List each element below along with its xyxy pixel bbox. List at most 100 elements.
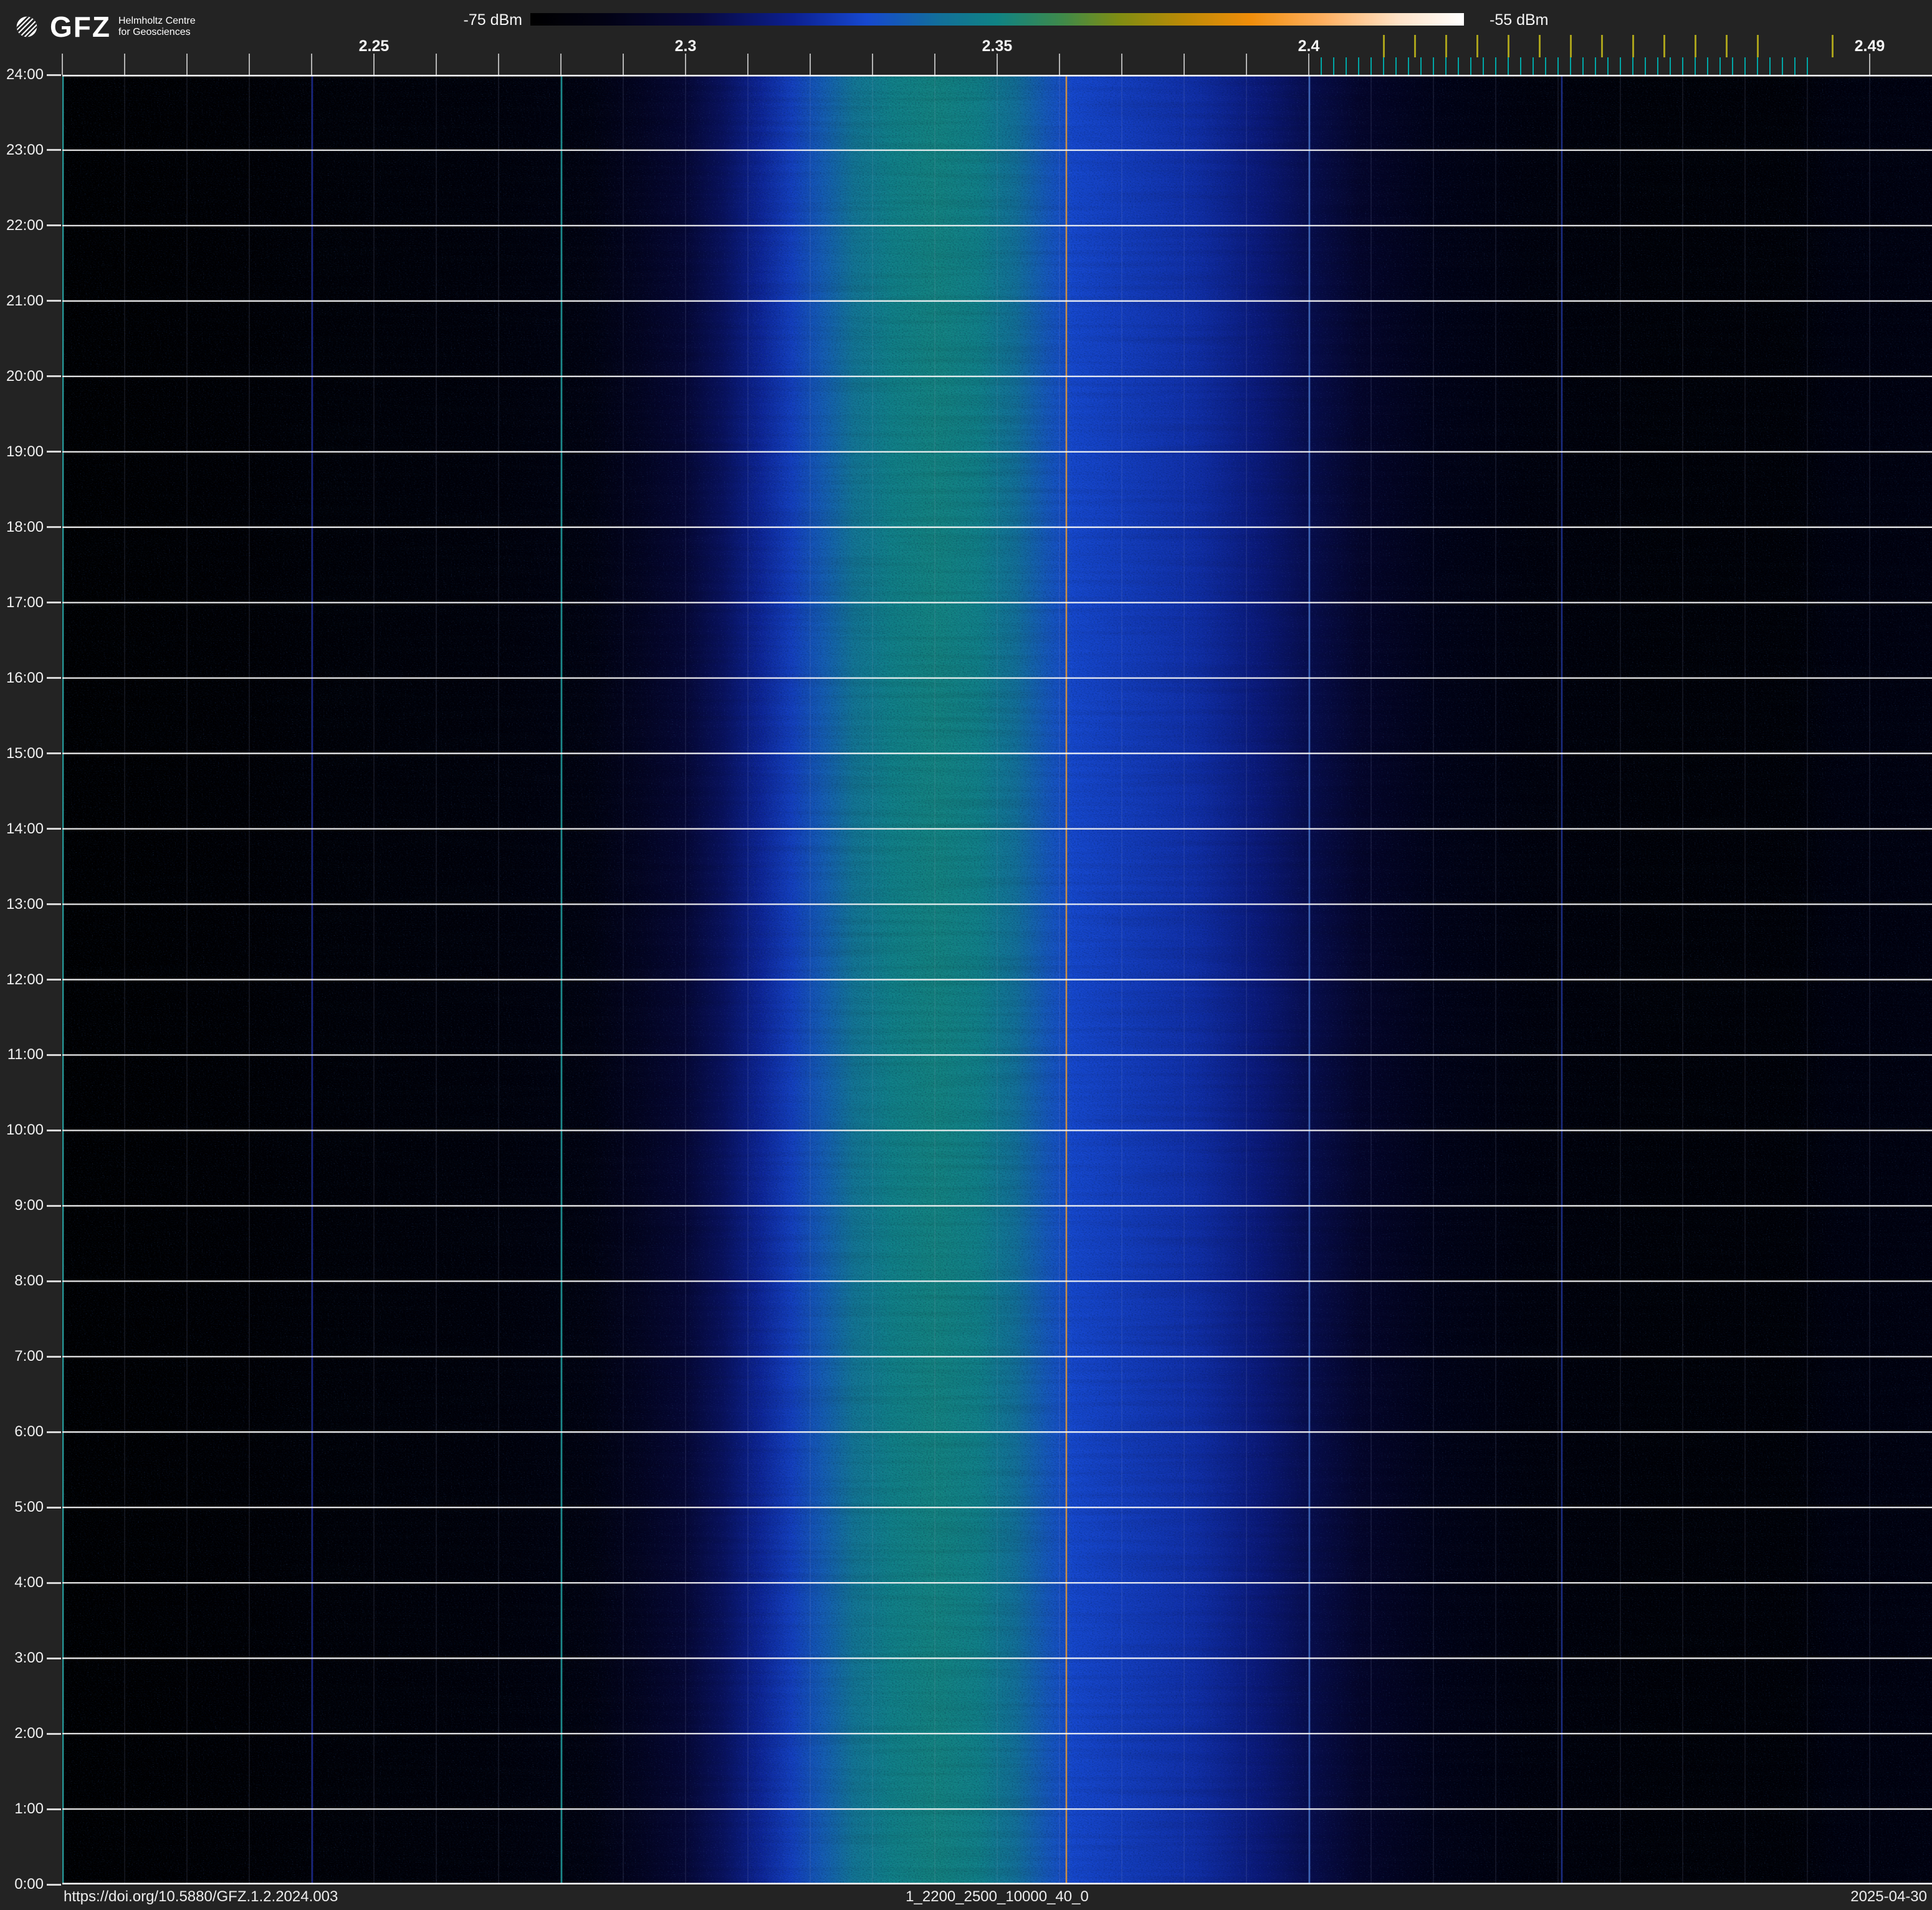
- freq-tick: [1121, 54, 1122, 75]
- time-tick-dash: [47, 1808, 61, 1810]
- time-tick-label: 1:00: [14, 1800, 44, 1818]
- time-tick-label: 14:00: [6, 820, 44, 837]
- channel-tick-yellow: [1382, 35, 1385, 57]
- channel-tick-cyan: [1769, 57, 1771, 75]
- channel-tick-yellow: [1476, 35, 1478, 57]
- freq-tick: [685, 54, 686, 75]
- channel-tick-yellow: [1445, 35, 1447, 57]
- channel-tick-cyan: [1657, 57, 1658, 75]
- channel-tick-cyan: [1470, 57, 1471, 75]
- channel-tick-cyan: [1570, 57, 1571, 75]
- channel-tick-cyan: [1495, 57, 1496, 75]
- time-tick-dash: [47, 1129, 61, 1131]
- time-tick-label: 3:00: [14, 1649, 44, 1667]
- time-tick-dash: [47, 1581, 61, 1584]
- time-tick-label: 5:00: [14, 1499, 44, 1516]
- time-tick-label: 4:00: [14, 1574, 44, 1591]
- brand-subtitle: Helmholtz Centre for Geosciences: [118, 16, 196, 39]
- channel-tick-cyan: [1370, 57, 1372, 75]
- time-tick-dash: [47, 1506, 61, 1509]
- freq-tick: [1246, 54, 1247, 75]
- channel-tick-cyan: [1582, 57, 1584, 75]
- time-tick-label: 17:00: [6, 593, 44, 611]
- channel-tick-cyan: [1707, 57, 1708, 75]
- freq-tick: [872, 54, 873, 75]
- channel-tick-yellow: [1413, 35, 1416, 57]
- freq-tick: [186, 54, 188, 75]
- channel-tick-cyan: [1445, 57, 1447, 75]
- channel-tick-yellow: [1507, 35, 1509, 57]
- freq-tick: [1869, 54, 1870, 75]
- gfz-logo: GFZ Helmholtz Centre for Geosciences: [10, 10, 196, 44]
- channel-tick-cyan: [1483, 57, 1484, 75]
- freq-tick: [1184, 54, 1185, 75]
- channel-tick-cyan: [1632, 57, 1633, 75]
- channel-tick-cyan: [1408, 57, 1409, 75]
- freq-tick: [436, 54, 437, 75]
- time-tick-label: 8:00: [14, 1272, 44, 1290]
- channel-tick-yellow: [1663, 35, 1665, 57]
- channel-tick-cyan: [1321, 57, 1322, 75]
- freq-tick: [1308, 54, 1309, 75]
- time-tick-dash: [47, 74, 61, 76]
- channel-tick-yellow: [1569, 35, 1572, 57]
- freq-tick: [934, 54, 935, 75]
- channel-tick-cyan: [1695, 57, 1696, 75]
- freq-tick: [249, 54, 250, 75]
- time-tick-label: 7:00: [14, 1348, 44, 1365]
- channel-tick-yellow: [1538, 35, 1541, 57]
- channel-tick-cyan: [1645, 57, 1646, 75]
- time-tick-dash: [47, 1657, 61, 1659]
- freq-tick: [810, 54, 811, 75]
- time-tick-dash: [47, 1732, 61, 1735]
- channel-tick-cyan: [1732, 57, 1733, 75]
- spectrogram-heatmap: [62, 75, 1932, 1884]
- channel-tick-cyan: [1358, 57, 1359, 75]
- channel-tick-cyan: [1333, 57, 1334, 75]
- time-tick-dash: [47, 602, 61, 604]
- time-tick-dash: [47, 300, 61, 302]
- gfz-logo-icon: [12, 12, 42, 42]
- footer-date: 2025-04-30: [1850, 1888, 1927, 1905]
- time-tick-label: 16:00: [6, 669, 44, 686]
- freq-tick: [747, 54, 748, 75]
- time-tick-dash: [47, 1280, 61, 1282]
- channel-tick-cyan: [1807, 57, 1808, 75]
- channel-tick-cyan: [1346, 57, 1347, 75]
- freq-tick: [560, 54, 562, 75]
- time-tick-dash: [47, 149, 61, 151]
- channel-tick-cyan: [1420, 57, 1422, 75]
- channel-tick-cyan: [1533, 57, 1534, 75]
- time-tick-dash: [47, 1355, 61, 1358]
- time-tick-label: 0:00: [14, 1876, 44, 1893]
- freq-tick: [623, 54, 624, 75]
- time-tick-dash: [47, 375, 61, 378]
- time-tick-dash: [47, 1204, 61, 1207]
- colorbar-min-label: -75 dBm: [463, 11, 522, 29]
- channel-tick-cyan: [1383, 57, 1384, 75]
- channel-tick-cyan: [1670, 57, 1671, 75]
- channel-tick-yellow: [1756, 35, 1759, 57]
- freq-tick: [62, 54, 63, 75]
- freq-tick: [124, 54, 125, 75]
- time-tick-label: 19:00: [6, 443, 44, 460]
- channel-tick-cyan: [1682, 57, 1683, 75]
- freq-tick: [373, 54, 375, 75]
- time-tick-label: 12:00: [6, 971, 44, 988]
- freq-tick-label: 2.35: [982, 37, 1013, 55]
- time-tick-dash: [47, 1883, 61, 1886]
- time-tick-dash: [47, 752, 61, 755]
- brand-subtitle-line1: Helmholtz Centre: [118, 15, 196, 26]
- channel-tick-cyan: [1757, 57, 1758, 75]
- freq-tick-label: 2.25: [358, 37, 390, 55]
- channel-tick-cyan: [1545, 57, 1546, 75]
- footer-doi-text: https://doi.org/10.5880/GFZ.1.2.2024.003: [64, 1888, 338, 1905]
- freq-tick: [498, 54, 499, 75]
- time-tick-label: 10:00: [6, 1121, 44, 1139]
- time-tick-label: 20:00: [6, 367, 44, 385]
- time-tick-label: 13:00: [6, 895, 44, 913]
- freq-tick: [1059, 54, 1060, 75]
- brand-text: GFZ: [50, 11, 111, 43]
- time-tick-label: 18:00: [6, 518, 44, 535]
- channel-tick-cyan: [1794, 57, 1796, 75]
